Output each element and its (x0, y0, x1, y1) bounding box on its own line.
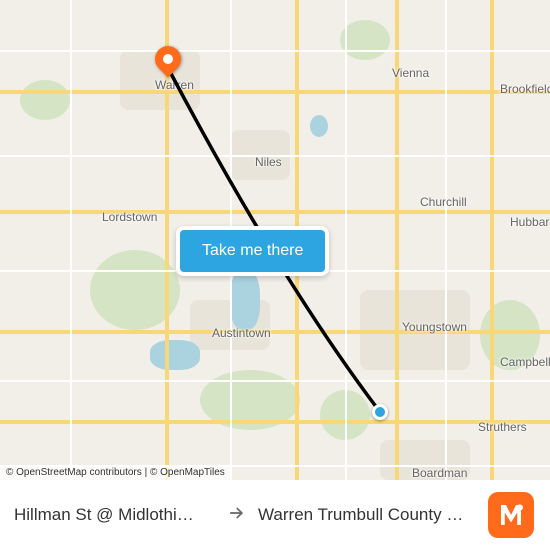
origin-marker[interactable] (372, 404, 388, 420)
pin-icon (150, 41, 187, 78)
take-me-there-button[interactable]: Take me there (176, 226, 329, 276)
map-route-card: Warren Vienna Brookfield Niles Lordstown… (0, 0, 550, 550)
map-viewport[interactable]: Warren Vienna Brookfield Niles Lordstown… (0, 0, 550, 480)
moovit-logo-icon[interactable] (488, 492, 534, 538)
destination-marker[interactable] (155, 46, 181, 72)
city-label: Boardman (412, 466, 467, 480)
attribution-osm: © OpenStreetMap contributors (6, 467, 142, 478)
city-label: Youngstown (402, 320, 467, 334)
city-label: Lordstown (102, 210, 157, 224)
city-label: Struthers (478, 420, 527, 434)
city-label: Warren (155, 78, 194, 92)
city-label: Brookfield (500, 82, 550, 96)
route-footer: Hillman St @ Midlothi… Warren Trumbull C… (0, 480, 550, 550)
city-label: Austintown (212, 326, 271, 340)
city-label: Hubbard (510, 215, 550, 229)
city-label: Vienna (392, 66, 429, 80)
destination-label: Warren Trumbull County … (258, 505, 478, 525)
attribution-tiles: © OpenMapTiles (150, 467, 225, 478)
city-label: Campbell (500, 355, 550, 369)
map-attribution: © OpenStreetMap contributors | © OpenMap… (0, 465, 231, 480)
arrow-right-icon (226, 503, 246, 528)
city-label: Niles (255, 155, 282, 169)
origin-label: Hillman St @ Midlothi… (14, 505, 214, 525)
city-label: Churchill (420, 195, 467, 209)
